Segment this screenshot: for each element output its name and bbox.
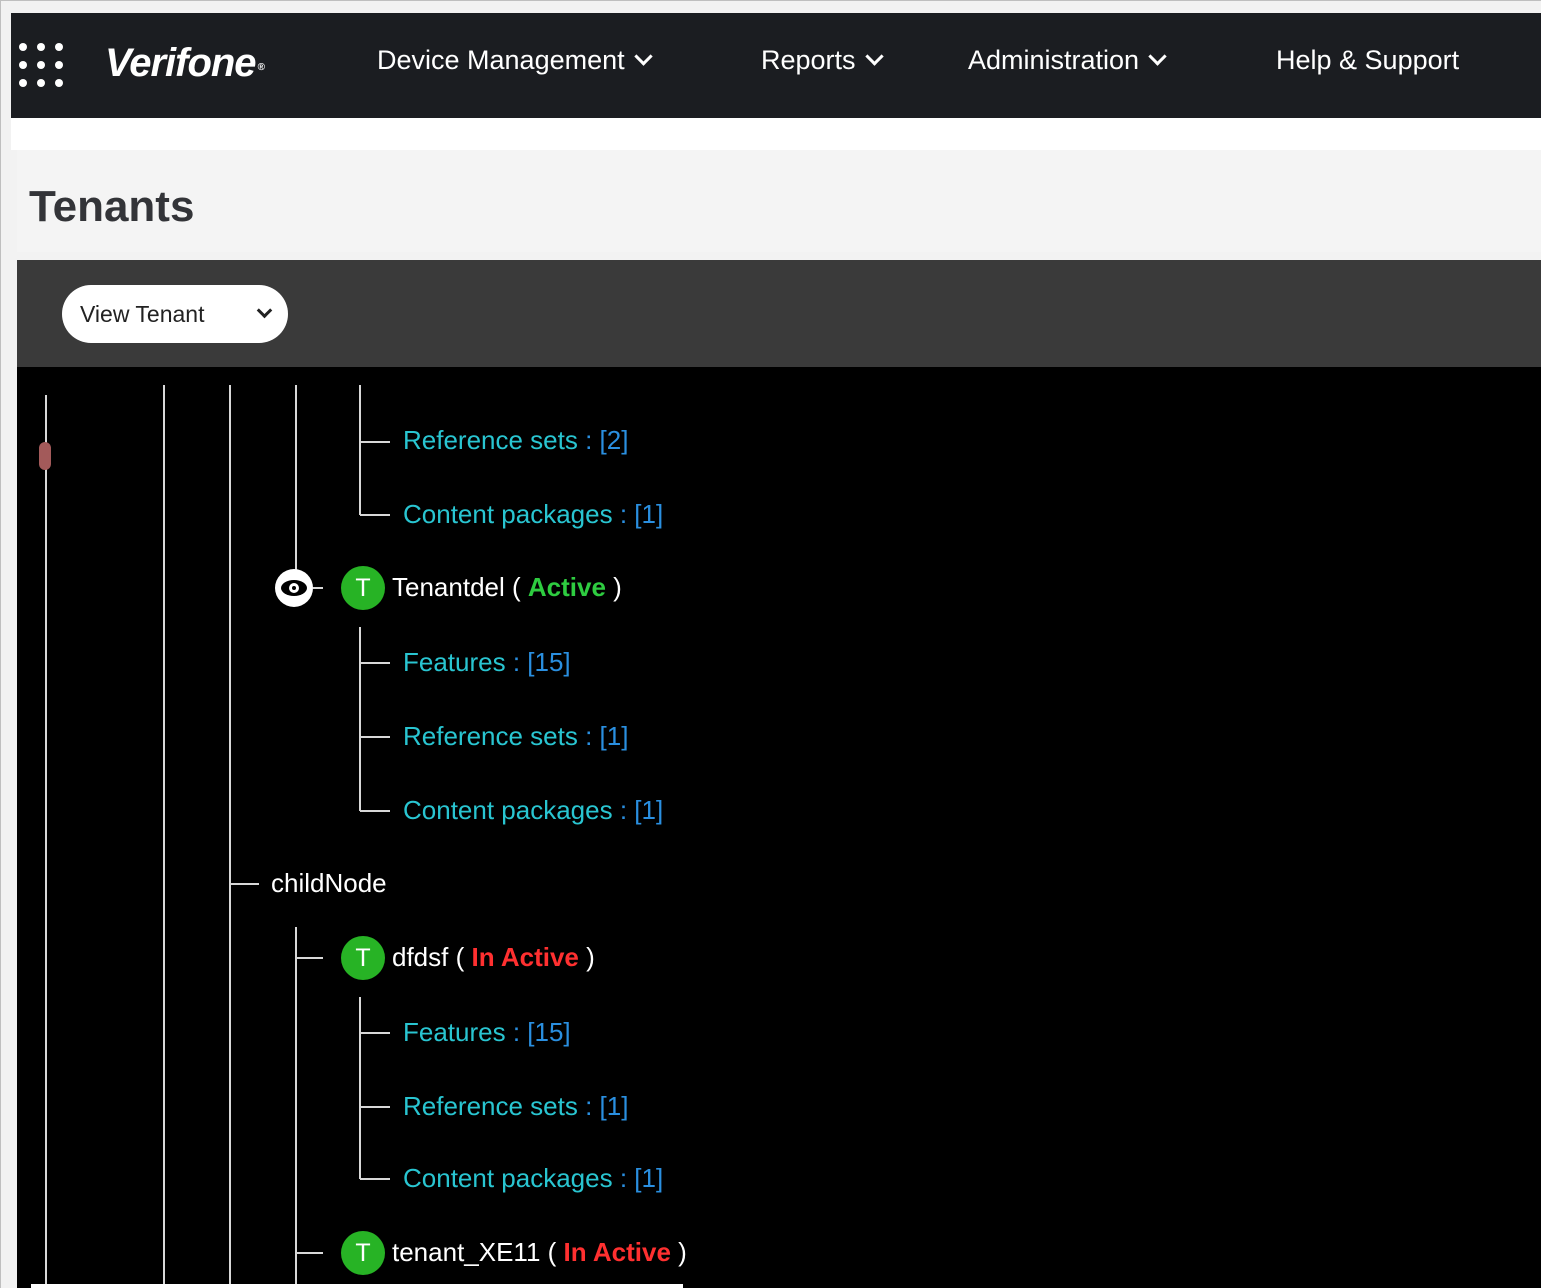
tenant-name: Tenantdel [392,572,505,602]
chevron-down-icon [256,302,273,319]
leaf-label: Reference sets [403,1091,578,1121]
leaf-label: Reference sets [403,425,578,455]
leaf-count: [15] [527,1017,571,1047]
chevron-down-icon [1148,47,1167,66]
paren-close: ) [605,572,622,602]
status-badge: In Active [563,1237,671,1267]
leaf-label: Reference sets [403,721,578,751]
paren-close: ) [670,1237,687,1267]
tenant-name: dfdsf [392,942,449,972]
leaf-label: Features [403,1017,506,1047]
horizontal-scrollbar[interactable] [31,1284,683,1288]
tree-toolbar: View Tenant [17,260,1541,367]
app-window: Verifone ® Device Management Reports Admi… [0,0,1541,1288]
nav-reports-label: Reports [761,45,856,75]
nav-help-support-label: Help & Support [1276,45,1460,75]
status-badge: Active [527,572,606,602]
leaf-separator: : [505,647,528,677]
tree-leaf-reference-sets[interactable]: Reference sets : [1] [403,721,628,752]
tenant-name: tenant_XE11 [392,1237,541,1267]
apps-grid-icon[interactable] [17,41,69,91]
leaf-separator: : [577,425,600,455]
leaf-separator: : [612,499,635,529]
tenant-tree[interactable]: Reference sets : [2] Content packages : … [17,367,1541,1288]
tree-leaf-content-packages[interactable]: Content packages : [1] [403,795,663,826]
view-tenant-select[interactable]: View Tenant [62,285,288,343]
leaf-label: Content packages [403,1163,613,1193]
tree-leaf-content-packages[interactable]: Content packages : [1] [403,1163,663,1194]
page-title: Tenants [29,182,195,231]
nav-administration[interactable]: Administration [968,45,1167,76]
nav-device-management-label: Device Management [377,45,625,75]
paren-open: ( [504,572,528,602]
nav-reports[interactable]: Reports [761,45,884,76]
leaf-count: [1] [634,499,664,529]
leaf-separator: : [612,795,635,825]
nav-help-support[interactable]: Help & Support [1276,45,1459,76]
tree-node-tenantdel[interactable]: Tenantdel ( Active ) [392,572,622,603]
paren-open: ( [540,1237,564,1267]
leaf-count: [15] [527,647,571,677]
tenant-avatar: T [341,936,385,980]
tree-node-tenant-xe11[interactable]: tenant_XE11 ( In Active ) [392,1237,687,1268]
tree-leaf-features[interactable]: Features : [15] [403,1017,571,1048]
chevron-down-icon [633,47,653,66]
tree-connector-lines [45,385,390,1288]
top-navigation-bar: Verifone ® Device Management Reports Admi… [11,13,1541,118]
view-tenant-button[interactable] [275,569,313,607]
chevron-down-icon [864,47,884,66]
tree-scroll-thumb[interactable] [39,442,51,470]
nav-administration-label: Administration [968,45,1140,75]
tenant-avatar: T [341,1231,385,1275]
tree-node-dfdsf[interactable]: dfdsf ( In Active ) [392,942,595,973]
leaf-label: Content packages [403,795,613,825]
nav-device-management[interactable]: Device Management [377,45,653,76]
leaf-separator: : [505,1017,528,1047]
leaf-count: [1] [599,721,629,751]
content-spacer [11,118,1541,150]
leaf-label: Content packages [403,499,613,529]
page-header: Tenants [17,150,1541,252]
paren-open: ( [448,942,472,972]
leaf-separator: : [612,1163,635,1193]
paren-close: ) [578,942,595,972]
leaf-count: [1] [599,1091,629,1121]
tree-node-childnode[interactable]: childNode [271,868,387,899]
leaf-count: [1] [634,795,664,825]
tree-leaf-content-packages[interactable]: Content packages : [1] [403,499,663,530]
leaf-count: [2] [599,425,629,455]
brand-logo[interactable]: Verifone ® [105,41,265,86]
tree-leaf-reference-sets[interactable]: Reference sets : [2] [403,425,628,456]
leaf-count: [1] [634,1163,664,1193]
view-select-value: View Tenant [80,301,205,327]
tenant-avatar: T [341,566,385,610]
status-badge: In Active [471,942,579,972]
leaf-separator: : [577,1091,600,1121]
leaf-separator: : [577,721,600,751]
tree-leaf-reference-sets[interactable]: Reference sets : [1] [403,1091,628,1122]
leaf-label: Features [403,647,506,677]
tree-leaf-features[interactable]: Features : [15] [403,647,571,678]
